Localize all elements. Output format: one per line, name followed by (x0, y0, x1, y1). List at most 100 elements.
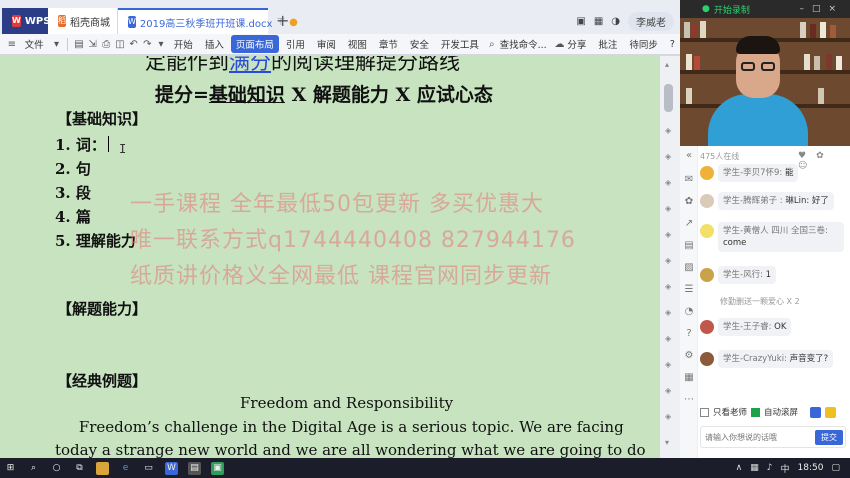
collapse-icon[interactable]: « (683, 150, 695, 162)
nav-icon[interactable]: ◈ (665, 126, 673, 135)
save-icon[interactable]: ▤ (73, 36, 85, 52)
network-icon[interactable]: ▦ (750, 463, 759, 473)
cortana-icon[interactable]: ○ (50, 462, 63, 475)
export-icon[interactable]: ⇲ (87, 36, 99, 52)
doc-subtitle: 提分=基础知识 X 解题能力 X 应试心态 (155, 80, 493, 107)
sender-name: 学生-腾辉弟子 : (723, 196, 783, 206)
scroll-thumb[interactable] (664, 84, 673, 112)
tab-references[interactable]: 引用 (281, 35, 310, 53)
nav-icon[interactable]: ◈ (665, 256, 673, 265)
redo-icon[interactable]: ↷ (141, 36, 153, 52)
clock[interactable]: 18:50 (798, 463, 824, 473)
app-taskbar-icon[interactable]: ▤ (188, 461, 201, 475)
cloud-icon[interactable]: ☁ (554, 36, 566, 52)
grid-icon[interactable]: ▦ (683, 372, 695, 384)
vertical-scrollbar[interactable]: ▴ ◈ ◈ ◈ ◈ ◈ ◈ ◈ ◈ ◈ ◈ ◈ ◈ ▾ (660, 56, 680, 458)
app-taskbar-icon[interactable]: ▣ (211, 461, 224, 475)
tab-view[interactable]: 视图 (343, 35, 372, 53)
gift-icon[interactable]: ✿ (683, 196, 695, 208)
nav-icon[interactable]: ◈ (665, 412, 673, 421)
window-controls-icon[interactable]: –□× (799, 4, 850, 14)
undo-icon[interactable]: ↶ (128, 36, 140, 52)
preview-icon[interactable]: ◫ (114, 36, 126, 52)
scroll-down-icon[interactable]: ▾ (665, 438, 673, 447)
wps-taskbar-icon[interactable]: W (165, 461, 178, 475)
nav-icon[interactable]: ◈ (665, 360, 673, 369)
chat-icon[interactable]: ✉ (683, 174, 695, 186)
send-button[interactable]: 提交 (815, 430, 843, 445)
list-icon[interactable]: ☰ (683, 284, 695, 296)
tray-chevron-icon[interactable]: ∧ (736, 463, 743, 473)
monitor-icon[interactable]: ▭ (142, 462, 155, 475)
sync-button[interactable]: 待同步 (624, 35, 663, 53)
nav-icon[interactable]: ◈ (665, 178, 673, 187)
help-icon[interactable]: ? (683, 328, 695, 340)
volume-icon[interactable]: ♪ (767, 463, 773, 473)
comment-button[interactable]: 批注 (593, 35, 622, 53)
windows-start-icon[interactable]: ⊞ (4, 462, 17, 475)
tab-chapter[interactable]: 章节 (374, 35, 403, 53)
explorer-icon[interactable] (96, 461, 109, 475)
file-icon[interactable]: ▤ (683, 240, 695, 252)
nav-icon[interactable]: ◈ (665, 152, 673, 161)
grid-icon[interactable]: ▦ (594, 16, 603, 27)
tab-insert[interactable]: 插入 (200, 35, 229, 53)
menu-icon[interactable]: ≡ (6, 36, 18, 52)
side-toolbar: « ✉ ✿ ↗ ▤ ▨ ☰ ◔ ? ⚙ ▦ ⋯ (680, 146, 698, 458)
tab-review[interactable]: 审阅 (312, 35, 341, 53)
nav-icon[interactable]: ◈ (665, 230, 673, 239)
task-view-icon[interactable]: ⧉ (73, 462, 86, 475)
settings-icon[interactable]: ⚙ (683, 350, 695, 362)
flower-icon[interactable]: ✿ (816, 151, 834, 161)
search-icon[interactable]: ⌕ (27, 462, 40, 475)
chevron-down-icon[interactable]: ▾ (51, 36, 63, 52)
skin-icon[interactable]: ◑ (611, 16, 620, 27)
user-chip[interactable]: 李威老 (628, 11, 674, 31)
tab-document[interactable]: W 2019高三秋季班开班课.docx ⊤ ● (118, 8, 298, 34)
ime-icon[interactable]: 中 (781, 462, 790, 475)
notification-icon[interactable]: ▢ (831, 463, 840, 473)
history-icon[interactable]: ◔ (683, 306, 695, 318)
tab-label: WPS (24, 15, 51, 27)
new-tab-icon[interactable]: + (268, 8, 297, 34)
live-top-label[interactable]: 开始录制 (714, 3, 750, 16)
layout-icon[interactable]: ▣ (576, 16, 585, 27)
search-commands[interactable]: 查找命令... (500, 35, 552, 53)
document-page[interactable]: 定能作到满分的阅读理解提分路线 提分=基础知识 X 解题能力 X 应试心态 【基… (0, 56, 660, 458)
tab-home[interactable]: 开始 (169, 35, 198, 53)
share-button[interactable]: 分享 (567, 35, 591, 53)
like-icon[interactable]: ♥ (798, 151, 816, 161)
scroll-up-icon[interactable]: ▴ (665, 60, 673, 69)
blue-badge-icon[interactable] (810, 406, 822, 418)
nav-icon[interactable]: ◈ (665, 308, 673, 317)
search-icon[interactable]: ⌕ (486, 36, 498, 52)
help-button[interactable]: ? (665, 37, 680, 52)
book (810, 24, 816, 38)
autoscroll-checkbox[interactable] (751, 407, 761, 417)
wps-window: W WPS 稻 稻壳商城 W 2019高三秋季班开班课.docx ⊤ ● + ▣… (0, 0, 680, 458)
chat-message: 学生-黄僧人 四川 全国三卷: come (700, 222, 844, 252)
emoji-icon[interactable]: ☺ (798, 161, 817, 171)
image-icon[interactable]: ▨ (683, 262, 695, 274)
tab-developer[interactable]: 开发工具 (436, 35, 484, 53)
tab-security[interactable]: 安全 (405, 35, 434, 53)
tab-page-layout[interactable]: 页面布局 (230, 35, 279, 53)
nav-icon[interactable]: ◈ (665, 282, 673, 291)
nav-icon[interactable]: ◈ (665, 204, 673, 213)
nav-icon[interactable]: ◈ (665, 386, 673, 395)
more-icon[interactable]: ⋯ (683, 394, 695, 406)
teacher-video[interactable] (680, 18, 850, 146)
print-icon[interactable]: ⎙ (100, 36, 112, 52)
share-icon[interactable]: ↗ (683, 218, 695, 230)
edge-icon[interactable]: e (119, 462, 132, 475)
yellow-badge-icon[interactable] (825, 406, 837, 418)
teacher-only-checkbox[interactable] (700, 407, 709, 417)
chevron-down-icon[interactable]: ▾ (155, 36, 167, 52)
chat-input[interactable] (705, 430, 805, 445)
chat-message: 学生-腾辉弟子 : 琳Lin: 好了 (700, 192, 834, 210)
nav-icon[interactable]: ◈ (665, 334, 673, 343)
tab-store[interactable]: 稻 稻壳商城 (48, 8, 118, 34)
online-tools: ♥✿☺ (798, 151, 850, 171)
tab-wps-home[interactable]: W WPS (2, 8, 51, 34)
file-menu[interactable]: 文件 (20, 35, 49, 53)
